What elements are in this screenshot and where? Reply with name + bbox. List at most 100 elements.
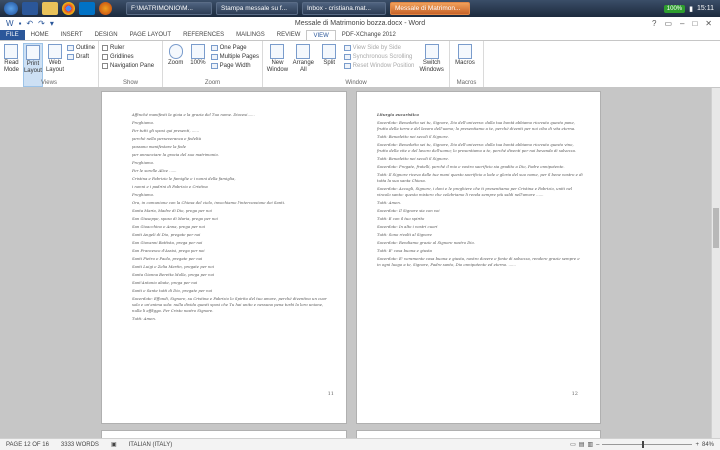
document-title: Messale di Matrimonio bozza.docx - Word xyxy=(294,20,426,27)
document-paragraph: Santa Maria, Madre di Dio, prega per noi xyxy=(132,208,212,213)
switch-windows-icon xyxy=(424,44,439,59)
tab-file[interactable]: FILE xyxy=(0,30,25,40)
outline-button[interactable]: Outline xyxy=(66,44,95,52)
synchronous-scrolling-icon xyxy=(343,54,351,60)
draft-button[interactable]: Draft xyxy=(66,53,95,61)
windows-start-icon[interactable] xyxy=(4,2,18,15)
tab-mailings[interactable]: MAILINGS xyxy=(230,30,271,40)
tab-review[interactable]: REVIEW xyxy=(271,30,307,40)
one-page-button[interactable]: One Page xyxy=(210,44,259,52)
firefox-taskbar-icon[interactable] xyxy=(99,2,112,15)
macros-group: Macros Macros xyxy=(450,41,484,87)
word-app-icon[interactable]: W xyxy=(6,19,14,28)
document-paragraph: Santi Angeli di Dio, pregate per noi xyxy=(132,232,201,237)
zoom-slider-knob[interactable] xyxy=(642,441,645,448)
tab-insert[interactable]: INSERT xyxy=(55,30,89,40)
undo-icon[interactable]: ↶ xyxy=(26,19,33,28)
help-button[interactable]: ? xyxy=(652,19,656,28)
ribbon-display-button[interactable]: ▭ xyxy=(664,19,672,28)
outlook-taskbar-icon[interactable] xyxy=(79,2,95,15)
gridlines-checkbox[interactable]: Gridlines xyxy=(102,53,154,61)
split-icon xyxy=(322,44,337,59)
one-page-icon xyxy=(210,45,218,51)
word-taskbar-icon[interactable] xyxy=(22,2,38,15)
proofing-icon[interactable]: ▣ xyxy=(105,441,123,448)
tab-pdf-xchange[interactable]: PDF-XChange 2012 xyxy=(336,30,402,40)
zoom-level[interactable]: 84% xyxy=(702,442,714,448)
tab-home[interactable]: HOME xyxy=(25,30,55,40)
window-group: New Window Arrange All Split View Side b… xyxy=(263,41,450,87)
ribbon-view: Read Mode Print Layout Web Layout Outlin… xyxy=(0,40,720,88)
page-count[interactable]: PAGE 12 OF 16 xyxy=(0,442,55,448)
taskbar-task[interactable]: F:\MATRIMONIO\M... xyxy=(126,2,212,15)
document-paragraph: San Giuseppe, sposo di Maria, prega per … xyxy=(132,216,218,221)
web-layout-view-icon[interactable]: ▥ xyxy=(587,441,593,448)
scrollbar-thumb[interactable] xyxy=(713,208,719,248)
print-layout-icon xyxy=(25,45,40,60)
taskbar-task[interactable]: Inbox - cristiana.mat... xyxy=(302,2,386,15)
document-paragraph: Per le sorelle Alice ...... xyxy=(132,168,177,173)
document-paragraph: possano manifestare la fede xyxy=(132,144,187,149)
explorer-taskbar-icon[interactable] xyxy=(42,2,58,15)
macros-group-label: Macros xyxy=(456,80,477,86)
document-paragraph: Santi Pietro e Paolo, pregate per noi xyxy=(132,256,203,261)
tab-references[interactable]: REFERENCES xyxy=(177,30,230,40)
document-paragraph: Tutti: Sono rivolti al Signore xyxy=(377,232,432,237)
battery-indicator[interactable]: 100% xyxy=(663,4,686,13)
page-width-button[interactable]: Page Width xyxy=(210,62,259,70)
view-side-by-side-button[interactable]: View Side by Side xyxy=(343,44,415,52)
web-layout-label: Web Layout xyxy=(45,60,64,73)
redo-icon[interactable]: ↷ xyxy=(38,19,45,28)
document-paragraph: i nonni e i padrini di Fabrizio e Cristi… xyxy=(132,184,208,189)
document-paragraph: Santi Luigi e Zelia Martin, pregate per … xyxy=(132,264,214,269)
multiple-pages-label: Multiple Pages xyxy=(219,54,259,60)
tab-page-layout[interactable]: PAGE LAYOUT xyxy=(124,30,177,40)
minimize-button[interactable]: – xyxy=(680,19,684,28)
document-page-left[interactable]: Affinché manifesti la gioia e la grazia … xyxy=(101,91,347,424)
multiple-pages-button[interactable]: Multiple Pages xyxy=(210,53,259,61)
quick-access-toolbar: W ▪ ↶ ↷ ▾ xyxy=(0,19,54,28)
close-button[interactable]: ✕ xyxy=(705,19,712,28)
tab-view[interactable]: VIEW xyxy=(306,30,336,40)
taskbar-task-active[interactable]: Messale di Matrimon... xyxy=(390,2,470,15)
zoom-slider[interactable] xyxy=(602,441,693,448)
read-mode-icon xyxy=(4,44,19,59)
side-by-side-label: View Side by Side xyxy=(352,45,401,51)
reset-window-position-button[interactable]: Reset Window Position xyxy=(343,62,414,70)
document-paragraph: Ora, in comunione con la Chiesa del ciel… xyxy=(132,200,286,205)
document-paragraph: Tutti: Amen. xyxy=(377,200,401,205)
document-page-right[interactable]: Liturgia eucaristica Sacerdote: Benedetto… xyxy=(356,91,601,424)
synchronous-scrolling-button[interactable]: Synchronous Scrolling xyxy=(343,53,415,61)
page-left-content: Affinché manifesti la gioia e la grazia … xyxy=(132,112,328,324)
zoom-group-label: Zoom xyxy=(204,80,221,86)
document-paragraph: Tutti: Benedetto nei secoli il Signore. xyxy=(377,134,449,139)
zoom-out-button[interactable]: – xyxy=(596,442,599,448)
tab-design[interactable]: DESIGN xyxy=(89,30,124,40)
windows-taskbar: F:\MATRIMONIO\M... Stampa messale su f..… xyxy=(0,0,720,17)
save-icon[interactable]: ▪ xyxy=(19,19,22,28)
vertical-scrollbar[interactable] xyxy=(711,88,720,438)
document-paragraph: Sacerdote: Accogli, Signore, i doni e le… xyxy=(377,186,573,197)
language-indicator[interactable]: ITALIAN (ITALY) xyxy=(123,442,179,448)
navigation-pane-label: Navigation Pane xyxy=(110,63,155,69)
network-icon[interactable]: ▮ xyxy=(689,5,693,13)
customize-toolbar-icon[interactable]: ▾ xyxy=(50,19,54,28)
document-paragraph: Sacerdote: Effondi, Signore, su Cristina… xyxy=(132,296,327,313)
new-window-icon xyxy=(270,44,285,59)
ruler-checkbox[interactable]: Ruler xyxy=(102,44,154,52)
zoom-in-button[interactable]: + xyxy=(695,442,699,448)
chrome-taskbar-icon[interactable] xyxy=(62,2,75,15)
draft-label: Draft xyxy=(75,54,89,60)
gridlines-checkbox-box xyxy=(102,54,108,60)
document-paragraph: Per tutti gli sposi qui presenti, ...... xyxy=(132,128,200,133)
new-window-label: New Window xyxy=(266,60,289,73)
word-count[interactable]: 3333 WORDS xyxy=(55,442,105,448)
read-mode-view-icon[interactable]: ▭ xyxy=(570,441,576,448)
print-layout-view-icon[interactable]: ▤ xyxy=(579,441,585,448)
maximize-button[interactable]: □ xyxy=(692,19,697,28)
clock[interactable]: 15:11 xyxy=(697,5,714,12)
page-width-label: Page Width xyxy=(219,63,251,69)
taskbar-task[interactable]: Stampa messale su f... xyxy=(216,2,298,15)
navigation-pane-checkbox[interactable]: Navigation Pane xyxy=(102,62,154,70)
web-layout-icon xyxy=(47,44,62,59)
